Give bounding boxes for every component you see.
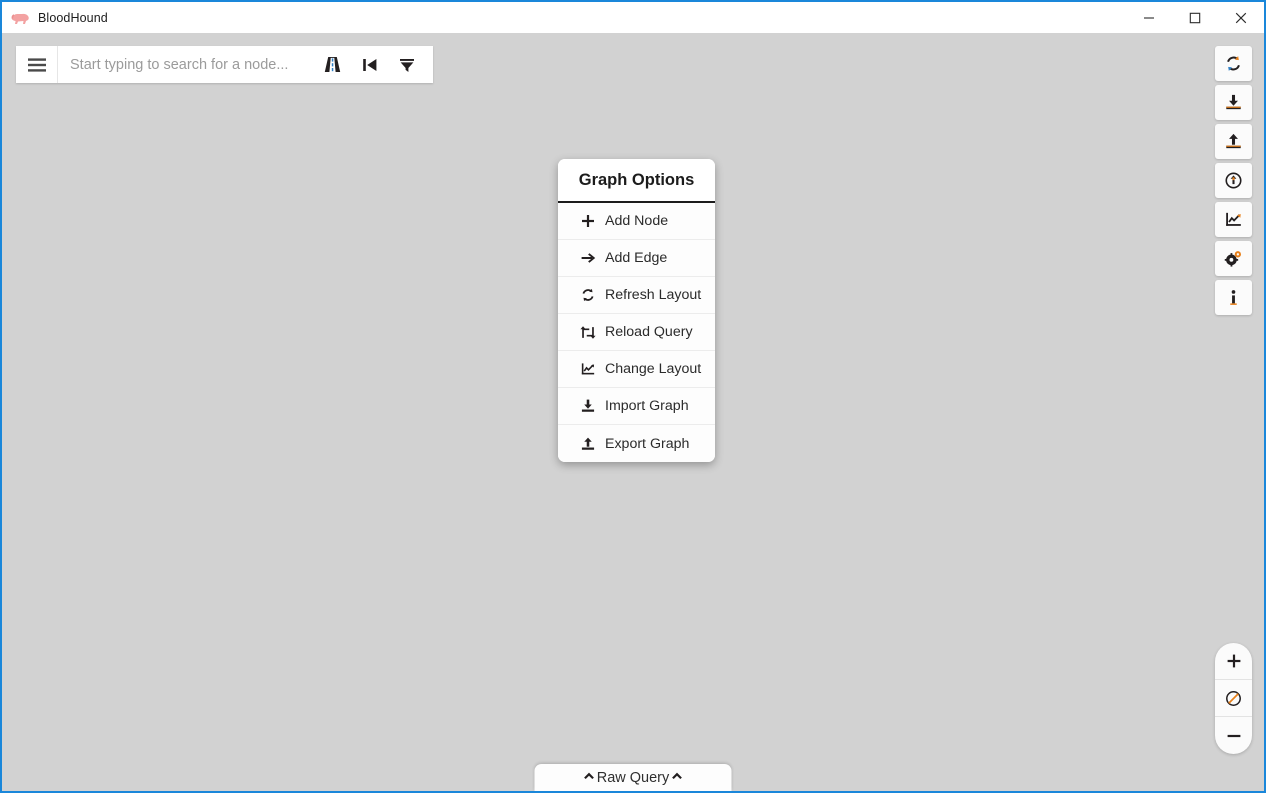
window-title: BloodHound [38,10,108,25]
hamburger-menu-icon[interactable] [16,46,58,83]
plus-icon [580,213,596,229]
pathfinding-road-icon[interactable] [314,46,351,83]
search-input[interactable] [58,46,314,83]
zoom-reset-button[interactable] [1215,680,1252,717]
bloodhound-logo-icon [10,10,30,26]
maximize-icon[interactable] [1172,2,1218,33]
info-button[interactable] [1215,280,1252,315]
menu-item-label: Change Layout [605,361,702,377]
download-import-icon [580,398,596,414]
refresh-graph-button[interactable] [1215,46,1252,81]
graph-canvas[interactable]: Raw Query Graph Options Add Node [2,33,1264,791]
menu-item-change-layout[interactable]: Change Layout [558,351,715,388]
graph-options-context-menu: Graph Options Add Node Add Edge Refresh … [558,159,715,462]
raw-query-tab[interactable]: Raw Query [534,764,732,791]
menu-item-add-edge[interactable]: Add Edge [558,240,715,277]
menu-item-label: Export Graph [605,435,690,452]
upload-export-icon [580,436,596,452]
chevron-up-icon [670,769,683,787]
menu-item-reload-query[interactable]: Reload Query [558,314,715,351]
refresh-icon [580,287,596,303]
menu-item-label: Add Node [605,213,669,229]
retweet-reload-icon [580,324,596,340]
zoom-in-button[interactable] [1215,643,1252,680]
change-layout-button[interactable] [1215,202,1252,237]
menu-item-refresh-layout[interactable]: Refresh Layout [558,277,715,314]
minimize-icon[interactable] [1126,2,1172,33]
close-icon[interactable] [1218,2,1264,33]
search-action-icons [314,46,433,83]
zoom-controls [1215,643,1252,754]
menu-item-add-node[interactable]: Add Node [558,203,715,240]
export-graph-button[interactable] [1215,124,1252,159]
search-bar [16,46,433,83]
application-window: BloodHound Start typing to search for a … [0,0,1266,793]
right-toolbar [1215,46,1252,315]
menu-item-export-graph[interactable]: Export Graph [558,425,715,462]
filter-funnel-icon[interactable] [388,46,425,83]
menu-item-label: Reload Query [605,324,693,340]
settings-button[interactable] [1215,241,1252,276]
menu-item-label: Import Graph [605,398,689,414]
tier-zero-skip-back-icon[interactable] [351,46,388,83]
arrow-right-icon [580,250,596,266]
zoom-out-button[interactable] [1215,717,1252,754]
title-bar: BloodHound [2,2,1264,33]
raw-query-label: Raw Query [596,769,670,786]
context-menu-title: Graph Options [558,159,715,203]
menu-item-label: Add Edge [605,250,668,266]
menu-item-import-graph[interactable]: Import Graph [558,388,715,425]
import-graph-button[interactable] [1215,85,1252,120]
chart-layout-icon [580,361,596,377]
chevron-up-icon [583,769,596,787]
menu-item-label: Refresh Layout [605,287,702,303]
add-node-button[interactable] [1215,163,1252,198]
